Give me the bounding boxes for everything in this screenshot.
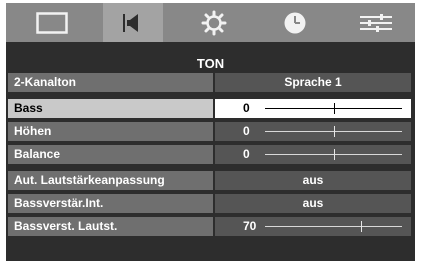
tab-settings[interactable] [184,3,244,42]
row-label: Balance [8,145,213,164]
row-value: aus [302,196,324,210]
tab-picture[interactable] [22,3,82,42]
row-value: 70 [243,219,257,233]
balance-slider[interactable] [265,149,402,160]
row-value: 0 [243,101,250,115]
tab-timer[interactable] [265,3,325,42]
menu-row-auto-volume[interactable]: Aut. Lautstärkeanpassung aus [8,171,411,190]
speaker-icon [123,13,138,32]
tab-options[interactable] [346,3,406,42]
row-value-area: 0 [215,122,411,141]
row-value-area: aus [215,194,411,213]
row-value: 0 [243,147,250,161]
menu-row-bass[interactable]: Bass 0 [8,99,411,118]
menu-title: TON [196,56,225,71]
row-value: Sprache 1 [284,75,342,89]
slider-thumb[interactable] [333,103,335,114]
bass-boost-volume-slider[interactable] [265,221,402,232]
row-label: Höhen [8,122,213,141]
row-value: aus [302,173,324,187]
row-label: Aut. Lautstärkeanpassung [8,171,213,190]
tv-osd-menu: TON 2-Kanalton Sprache 1 Bass 0 Höhen 0 … [6,3,415,261]
slider-thumb[interactable] [333,149,335,160]
row-label: Bassverstär.Int. [8,194,213,213]
row-label: 2-Kanalton [8,73,213,92]
clock-icon [284,12,306,33]
picture-icon [36,11,68,34]
menu-row-bass-boost[interactable]: Bassverstär.Int. aus [8,194,411,213]
menu-tab-bar [6,3,415,42]
slider-thumb[interactable] [333,126,335,137]
gear-icon [201,10,227,35]
row-value-area: 0 [215,145,411,164]
menu-row-dual-audio[interactable]: 2-Kanalton Sprache 1 [8,73,411,92]
row-value-area: 70 [215,217,411,236]
bass-slider[interactable] [265,103,402,114]
row-label: Bassverst. Lautst. [8,217,213,236]
row-value: 0 [243,124,250,138]
menu-row-treble[interactable]: Höhen 0 [8,122,411,141]
row-value-area: 0 [215,99,411,118]
tab-sound[interactable] [103,3,163,42]
row-value-area: aus [215,171,411,190]
row-value-area: Sprache 1 [215,73,411,92]
slider-thumb[interactable] [360,221,362,232]
treble-slider[interactable] [265,126,402,137]
row-label: Bass [8,99,213,118]
menu-row-balance[interactable]: Balance 0 [8,145,411,164]
menu-row-bass-boost-volume[interactable]: Bassverst. Lautst. 70 [8,217,411,236]
sliders-icon [360,13,392,32]
